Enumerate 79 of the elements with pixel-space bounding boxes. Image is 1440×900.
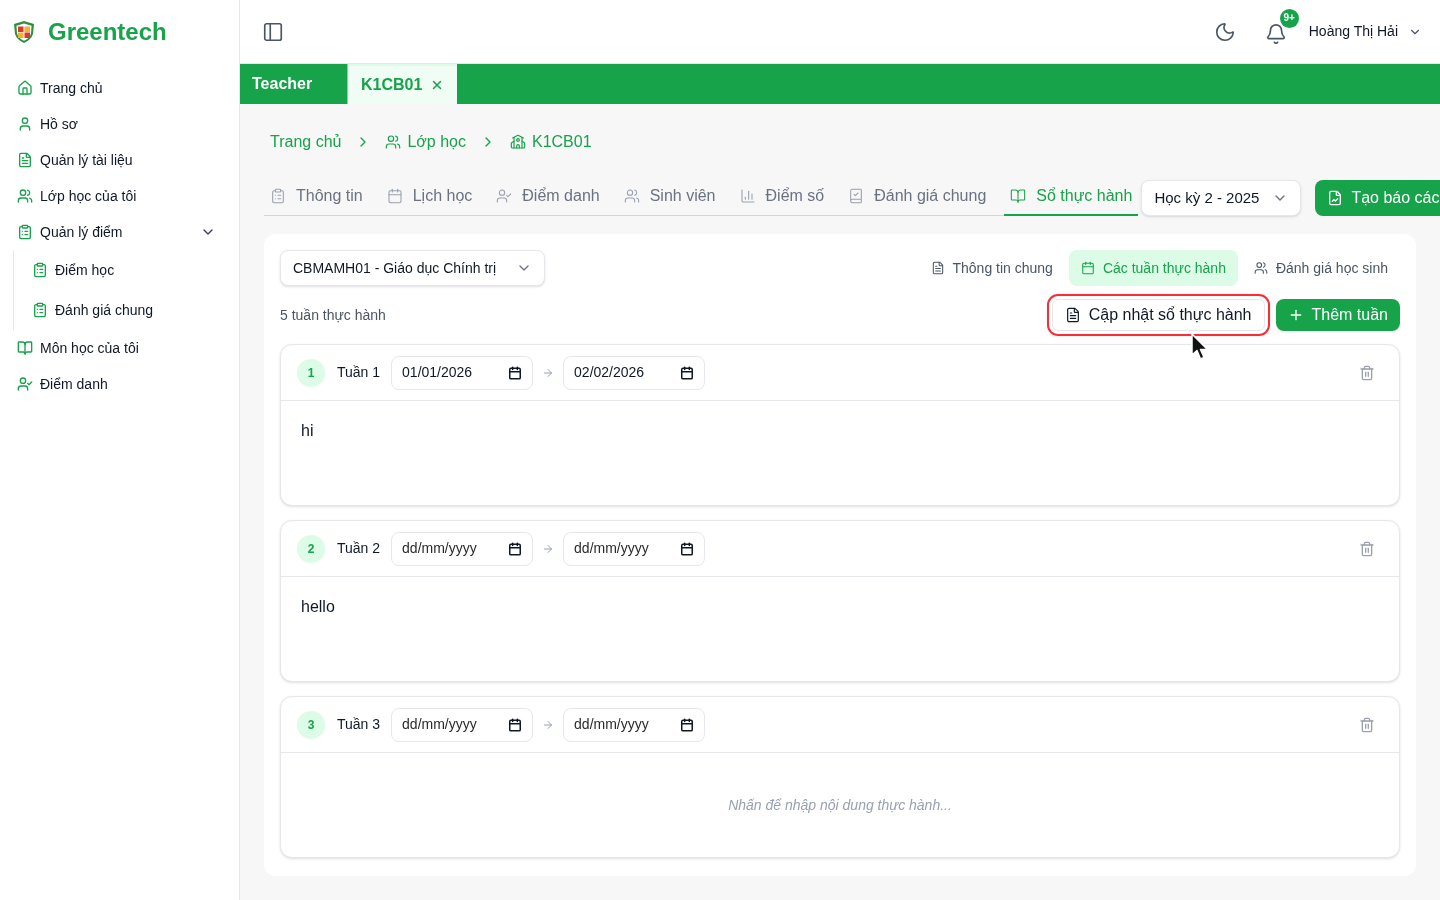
view-tab[interactable]: Đánh giá học sinh [1241, 250, 1400, 286]
arrow-right-icon [542, 366, 555, 379]
calendar-icon [680, 365, 695, 380]
class-tab[interactable]: Lịch học [380, 178, 479, 216]
users-icon [385, 134, 402, 150]
week-number: 1 [297, 358, 325, 387]
users-icon [17, 188, 33, 204]
class-tab[interactable]: Đánh giá chung [842, 178, 993, 216]
user-check-icon [496, 188, 513, 204]
document-icon [1064, 307, 1081, 323]
date-field[interactable]: 01/01/2026 [391, 355, 534, 390]
users-icon [623, 188, 640, 204]
moon-icon [1213, 20, 1236, 43]
calendar-icon [680, 717, 695, 732]
document-icon [17, 152, 33, 168]
calendar-icon [508, 717, 523, 732]
date-field[interactable]: dd/mm/yyyy [391, 531, 534, 566]
nav-item[interactable]: Điểm danh [8, 366, 231, 402]
date-field[interactable]: 02/02/2026 [563, 355, 706, 390]
calendar-icon [508, 541, 523, 556]
calendar-icon [680, 541, 695, 556]
bell-icon [1264, 22, 1287, 45]
week-label: Tuần 3 [337, 715, 381, 734]
delete-button[interactable] [1359, 540, 1375, 557]
nav-subitem[interactable]: Điểm học [14, 250, 231, 290]
user-menu-button[interactable]: Hoàng Thị Hải [1308, 21, 1422, 42]
panel-icon [262, 20, 284, 43]
nav-item[interactable]: Trang chủ [8, 70, 231, 106]
nav-item[interactable]: Hồ sơ [8, 106, 231, 142]
week-number: 2 [297, 534, 325, 563]
nav-item[interactable]: Lớp học của tôi [8, 178, 231, 214]
week-label: Tuần 1 [337, 363, 381, 382]
calendar-icon [508, 365, 523, 380]
document-icon [930, 261, 945, 275]
class-tab[interactable]: Thông tin [264, 178, 369, 216]
nav-item[interactable]: Quản lý tài liệu [8, 142, 231, 178]
content-field[interactable]: hi [281, 401, 1399, 505]
trash-icon [1359, 540, 1375, 557]
book-check-icon [848, 188, 865, 204]
week-count: 5 tuần thực hành [280, 305, 386, 325]
clipboard-icon [17, 224, 33, 240]
term-select[interactable]: Học kỳ 2 - 2025 [1141, 180, 1302, 216]
nav-subitem[interactable]: Đánh giá chung [14, 290, 231, 330]
date-field[interactable]: dd/mm/yyyy [391, 707, 534, 742]
week-number: 3 [297, 710, 325, 739]
clipboard-icon [270, 188, 286, 204]
notification-badge: 9+ [1279, 8, 1299, 28]
arrow-right-icon [542, 718, 555, 731]
book-icon [1010, 188, 1027, 204]
class-tab[interactable]: Điểm số [733, 178, 831, 216]
view-tab[interactable]: Thông tin chung [918, 250, 1065, 286]
week-label: Tuần 2 [337, 539, 381, 558]
school-icon [510, 134, 526, 150]
clipboard-icon [32, 262, 48, 278]
trash-icon [1359, 716, 1375, 733]
content-field[interactable]: hello [281, 577, 1399, 681]
class-tab[interactable]: Điểm danh [490, 178, 606, 216]
nav-group[interactable]: Quản lý điểm [8, 214, 231, 250]
logo-icon [12, 20, 36, 44]
user-check-icon [17, 376, 33, 392]
calendar-icon [386, 188, 403, 204]
bar-chart-icon [739, 188, 756, 204]
users-icon [1253, 261, 1268, 275]
delete-button[interactable] [1359, 364, 1375, 381]
class-tab[interactable]: Sinh viên [617, 178, 722, 216]
date-field[interactable]: dd/mm/yyyy [563, 531, 706, 566]
nav-item[interactable]: Môn học của tôi [8, 330, 231, 366]
user-icon [17, 116, 33, 132]
file-chart-icon [1327, 190, 1344, 206]
calendar-icon [1080, 261, 1095, 275]
subject-select[interactable]: CBMAMH01 - Giáo dục Chính trị [280, 250, 545, 286]
arrow-right-icon [542, 542, 555, 555]
clipboard-icon [32, 302, 48, 318]
brand-name: Greentech [48, 17, 167, 47]
house-icon [17, 80, 33, 96]
delete-button[interactable] [1359, 716, 1375, 733]
trash-icon [1359, 364, 1375, 381]
date-field[interactable]: dd/mm/yyyy [563, 707, 706, 742]
book-icon [17, 340, 33, 356]
